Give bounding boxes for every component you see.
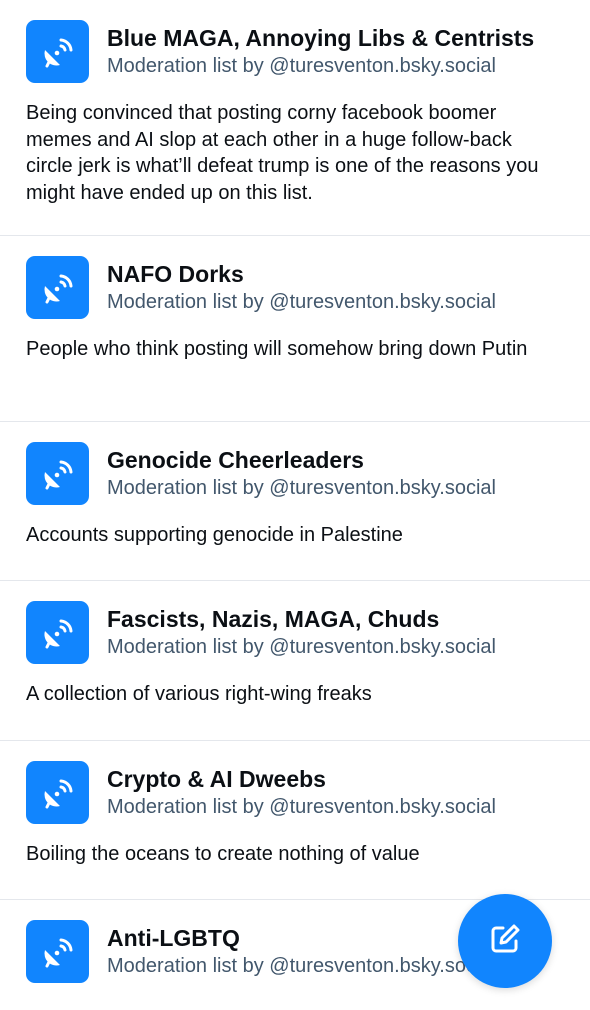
list-meta: Anti-LGBTQ Moderation list by @turesvent… bbox=[107, 920, 496, 980]
list-header: Genocide Cheerleaders Moderation list by… bbox=[26, 442, 564, 505]
list-item[interactable]: Crypto & AI Dweebs Moderation list by @t… bbox=[0, 741, 590, 900]
list-title: Anti-LGBTQ bbox=[107, 925, 240, 951]
list-description: Being convinced that posting corny faceb… bbox=[26, 102, 539, 204]
list-description: Boiling the oceans to create nothing of … bbox=[26, 843, 420, 865]
list-subtitle: Moderation list by @turesventon.bsky.soc… bbox=[107, 477, 496, 499]
satellite-dish-icon bbox=[26, 256, 89, 319]
list-title: Blue MAGA, Annoying Libs & Centrists bbox=[107, 25, 535, 51]
list-subtitle: Moderation list by @turesventon.bsky.soc… bbox=[107, 636, 496, 658]
list-subtitle: Moderation list by @turesventon.bsky.soc… bbox=[107, 796, 496, 818]
satellite-dish-icon bbox=[26, 601, 89, 664]
list-title: NAFO Dorks bbox=[107, 261, 244, 287]
list-title: Genocide Cheerleaders bbox=[107, 447, 364, 473]
satellite-dish-icon bbox=[26, 20, 89, 83]
list-description: A collection of various right-wing freak… bbox=[26, 683, 372, 705]
moderation-lists: Blue MAGA, Annoying Libs & Centrists Mod… bbox=[0, 0, 590, 1010]
list-header: Fascists, Nazis, MAGA, Chuds Moderation … bbox=[26, 601, 564, 664]
list-meta: Genocide Cheerleaders Moderation list by… bbox=[107, 442, 496, 502]
list-item[interactable]: Genocide Cheerleaders Moderation list by… bbox=[0, 422, 590, 581]
list-header: Crypto & AI Dweebs Moderation list by @t… bbox=[26, 761, 564, 824]
list-meta: Blue MAGA, Annoying Libs & Centrists Mod… bbox=[107, 20, 534, 80]
list-meta: Crypto & AI Dweebs Moderation list by @t… bbox=[107, 761, 496, 821]
list-subtitle: Moderation list by @turesventon.bsky.soc… bbox=[107, 291, 496, 313]
compose-icon bbox=[485, 919, 525, 964]
satellite-dish-icon bbox=[26, 920, 89, 983]
compose-button[interactable] bbox=[458, 894, 552, 988]
satellite-dish-icon bbox=[26, 442, 89, 505]
list-item[interactable]: NAFO Dorks Moderation list by @turesvent… bbox=[0, 236, 590, 422]
list-description: Accounts supporting genocide in Palestin… bbox=[26, 524, 403, 546]
list-subtitle: Moderation list by @turesventon.bsky.soc… bbox=[107, 955, 496, 977]
satellite-dish-icon bbox=[26, 761, 89, 824]
list-description: People who think posting will somehow br… bbox=[26, 338, 528, 360]
list-header: NAFO Dorks Moderation list by @turesvent… bbox=[26, 256, 564, 319]
list-item[interactable]: Fascists, Nazis, MAGA, Chuds Moderation … bbox=[0, 581, 590, 741]
list-title: Fascists, Nazis, MAGA, Chuds bbox=[107, 606, 440, 632]
list-meta: NAFO Dorks Moderation list by @turesvent… bbox=[107, 256, 496, 316]
list-item[interactable]: Blue MAGA, Annoying Libs & Centrists Mod… bbox=[0, 0, 590, 236]
list-header: Blue MAGA, Annoying Libs & Centrists Mod… bbox=[26, 20, 564, 83]
list-title: Crypto & AI Dweebs bbox=[107, 766, 326, 792]
list-subtitle: Moderation list by @turesventon.bsky.soc… bbox=[107, 55, 496, 77]
list-meta: Fascists, Nazis, MAGA, Chuds Moderation … bbox=[107, 601, 496, 661]
